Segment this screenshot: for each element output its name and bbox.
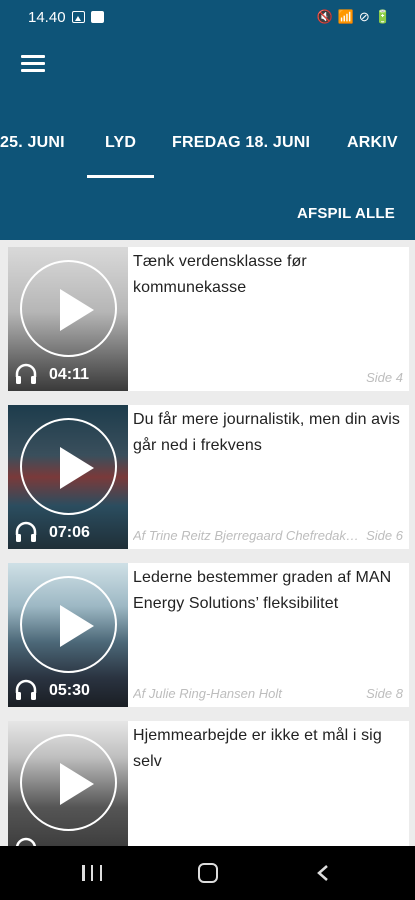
article-thumbnail[interactable]: 05:30 (8, 563, 128, 707)
app-notification-icon (91, 11, 104, 23)
play-icon (60, 289, 94, 331)
article-card[interactable]: Hjemmearbejde er ikke et mål i sig selv (8, 721, 409, 865)
tab-bar: 25. JUNI LYD FREDAG 18. JUNI ARKIV (0, 120, 415, 180)
tab-25-juni[interactable]: 25. JUNI (0, 134, 65, 152)
nav-recent-icon[interactable] (82, 865, 102, 881)
mute-icon: 🔇 (316, 9, 333, 24)
play-button[interactable] (20, 418, 117, 515)
play-button[interactable] (20, 260, 117, 357)
article-title[interactable]: Lederne bestemmer graden af MAN Energy S… (133, 565, 405, 617)
duration-label: 05:30 (49, 682, 90, 699)
image-notification-icon (72, 11, 85, 23)
status-system-icons: 🔇 📶 ⊘ 🔋 (317, 9, 391, 25)
article-card[interactable]: 05:30 Lederne bestemmer graden af MAN En… (8, 563, 409, 707)
status-notification-icons (72, 11, 104, 23)
article-title[interactable]: Hjemmearbejde er ikke et mål i sig selv (133, 723, 405, 775)
article-thumbnail[interactable]: 04:11 (8, 247, 128, 391)
article-thumbnail[interactable] (8, 721, 128, 865)
article-author: Af Julie Ring-Hansen Holt (133, 686, 282, 701)
article-page: Side 4 (366, 370, 403, 385)
play-icon (60, 763, 94, 805)
duration-label: 07:06 (49, 524, 90, 541)
play-all-button[interactable]: AFSPIL ALLE (297, 205, 395, 222)
article-thumbnail[interactable]: 07:06 (8, 405, 128, 549)
play-icon (60, 447, 94, 489)
article-page: Side 8 (366, 686, 403, 701)
no-signal-icon: ⊘ (358, 9, 370, 24)
menu-icon[interactable] (21, 55, 45, 75)
wifi-icon: 📶 (337, 9, 354, 24)
article-card[interactable]: 04:11 Tænk verdensklasse før kommunekass… (8, 247, 409, 391)
tab-fredag-18-juni[interactable]: FREDAG 18. JUNI (172, 134, 310, 152)
article-title[interactable]: Du får mere journalistik, men din avis g… (133, 407, 405, 459)
app-header: 14.40 🔇 📶 ⊘ 🔋 25. JUNI LYD FREDAG 18. JU… (0, 0, 415, 240)
play-button[interactable] (20, 734, 117, 831)
active-tab-indicator (87, 175, 154, 178)
headphones-icon (15, 679, 37, 700)
system-nav-bar (0, 846, 415, 900)
tab-arkiv[interactable]: ARKIV (347, 134, 398, 152)
article-author: Af Trine Reitz Bjerregaard Chefredaktør (133, 528, 361, 543)
battery-icon: 🔋 (374, 9, 391, 24)
status-bar: 14.40 🔇 📶 ⊘ 🔋 (0, 0, 415, 36)
headphones-icon (15, 521, 37, 542)
article-card[interactable]: 07:06 Du får mere journalistik, men din … (8, 405, 409, 549)
status-time: 14.40 (28, 9, 66, 26)
nav-back-icon[interactable] (316, 865, 330, 881)
nav-home-icon[interactable] (198, 863, 218, 883)
headphones-icon (15, 363, 37, 384)
article-page: Side 6 (366, 528, 403, 543)
play-icon (60, 605, 94, 647)
play-button[interactable] (20, 576, 117, 673)
article-title[interactable]: Tænk verdensklasse før kommunekasse (133, 249, 405, 301)
tab-lyd[interactable]: LYD (105, 134, 136, 152)
duration-label: 04:11 (49, 366, 90, 383)
